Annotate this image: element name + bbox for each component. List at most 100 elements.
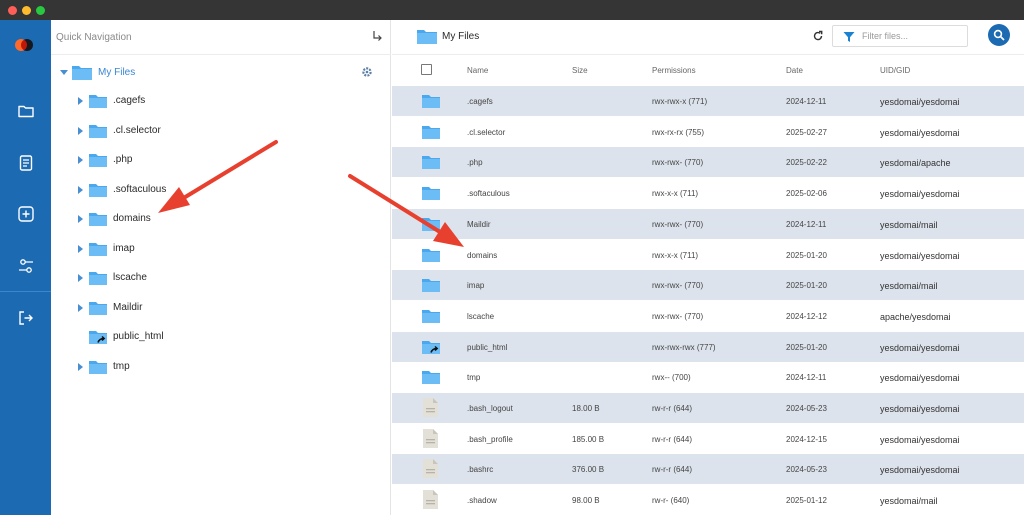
- cell-permissions[interactable]: rwx-rwx-x (771): [652, 97, 707, 106]
- cell-permissions[interactable]: rwx-rwx- (770): [652, 220, 703, 229]
- tree-item[interactable]: Maildir: [51, 298, 391, 318]
- folder-icon: [89, 124, 107, 138]
- cell-permissions[interactable]: rw-r-r (644): [652, 435, 692, 444]
- chevron-right-icon[interactable]: [78, 156, 83, 164]
- breadcrumb[interactable]: My Files: [442, 31, 479, 42]
- folder-icon: [18, 105, 34, 118]
- file-icon: [423, 459, 438, 479]
- cell-name[interactable]: imap: [467, 281, 484, 290]
- search-button[interactable]: [988, 24, 1010, 46]
- minimize-window-button[interactable]: [22, 6, 31, 15]
- cell-name[interactable]: .cl.selector: [467, 128, 505, 137]
- cell-name[interactable]: .shadow: [467, 496, 497, 505]
- table-row[interactable]: .bash_logout 18.00 B rw-r-r (644) 2024-05-2…: [392, 393, 1024, 423]
- tree-item[interactable]: public_html: [51, 327, 391, 347]
- tree-item[interactable]: domains: [51, 209, 391, 229]
- cell-size: 376.00 B: [572, 465, 605, 475]
- chevron-down-icon[interactable]: [60, 70, 68, 75]
- cell-permissions[interactable]: rw-r- (640): [652, 496, 689, 505]
- chevron-right-icon[interactable]: [78, 362, 83, 371]
- select-all-checkbox[interactable]: [421, 64, 432, 75]
- chevron-right-icon[interactable]: [78, 274, 83, 282]
- cell-name[interactable]: lscache: [467, 312, 494, 321]
- refresh-icon[interactable]: [812, 30, 824, 42]
- table-row[interactable]: .bash_profile 185.00 B rw-r-r (644) 2024-12…: [392, 424, 1024, 454]
- cell-permissions[interactable]: rwx-rwx- (770): [652, 158, 703, 167]
- folder-link-icon: [89, 331, 107, 344]
- cell-date: 2025-01-20: [786, 250, 827, 260]
- table-header: Name Size Permissions Date UID/GID: [392, 55, 1024, 86]
- folder-icon: [89, 213, 107, 226]
- cell-uid-gid: yesdomai/mail: [880, 496, 938, 507]
- cell-name[interactable]: .php: [467, 158, 483, 167]
- column-name[interactable]: Name: [467, 66, 488, 75]
- table-row[interactable]: domains rwx-x-x (711) 2025-01-20 yesdomai/y…: [392, 240, 1024, 270]
- column-permissions[interactable]: Permissions: [652, 66, 696, 75]
- cell-name[interactable]: .bash_logout: [467, 404, 513, 413]
- chevron-right-icon[interactable]: [78, 244, 83, 253]
- chevron-right-icon[interactable]: [78, 126, 83, 135]
- chevron-right-icon[interactable]: [78, 97, 83, 105]
- cell-permissions[interactable]: rwx-rwx-rwx (777): [652, 343, 716, 352]
- table-row[interactable]: Maildir rwx-rwx- (770) 2024-12-11 yesdomai/…: [392, 208, 1024, 239]
- folder-icon: [422, 248, 440, 262]
- cell-permissions[interactable]: rwx-rwx- (770): [652, 312, 703, 321]
- tree-item[interactable]: .cagefs: [51, 91, 391, 111]
- cell-name[interactable]: domains: [467, 251, 497, 260]
- cell-permissions[interactable]: rw-r-r (644): [652, 404, 692, 413]
- filter-input[interactable]: [862, 29, 962, 43]
- table-row[interactable]: .softaculous rwx-x-x (711) 2025-02-06 yesdo…: [392, 178, 1024, 208]
- files-rail-button[interactable]: [13, 98, 39, 124]
- table-row[interactable]: .cl.selector rwx-rx-rx (755) 2025-02-27 yes…: [392, 117, 1024, 147]
- folder-icon: [89, 301, 107, 315]
- cell-name[interactable]: .bash_profile: [467, 435, 513, 444]
- cell-permissions[interactable]: rw-r-r (644): [652, 465, 692, 474]
- cell-date: 2025-01-20: [786, 281, 827, 291]
- column-date[interactable]: Date: [786, 66, 803, 75]
- column-size[interactable]: Size: [572, 66, 588, 75]
- cell-name[interactable]: tmp: [467, 373, 480, 382]
- table-row[interactable]: .shadow 98.00 B rw-r- (640) 2025-01-12 yesdo…: [392, 485, 1024, 515]
- tree-item[interactable]: imap: [51, 239, 391, 259]
- cell-uid-gid: yesdomai/yesdomai: [880, 373, 960, 384]
- table-row[interactable]: .cagefs rwx-rwx-x (771) 2024-12-11 yesdomai…: [392, 86, 1024, 116]
- cell-uid-gid: yesdomai/yesdomai: [880, 465, 960, 476]
- tree-item[interactable]: tmp: [51, 357, 391, 377]
- cell-permissions[interactable]: rwx-rwx- (770): [652, 281, 703, 290]
- cell-name[interactable]: public_html: [467, 343, 507, 352]
- table-row[interactable]: lscache rwx-rwx- (770) 2024-12-12 apache/ye…: [392, 301, 1024, 331]
- table-row[interactable]: public_html rwx-rwx-rwx (777) 2025-01-20 ye…: [392, 331, 1024, 362]
- column-uid-gid[interactable]: UID/GID: [880, 66, 910, 75]
- cell-permissions[interactable]: rwx-x-x (711): [652, 251, 698, 260]
- documents-rail-button[interactable]: [13, 150, 39, 176]
- table-row[interactable]: imap rwx-rwx- (770) 2025-01-20 yesdomai/mai…: [392, 270, 1024, 301]
- settings-rail-button[interactable]: [13, 253, 39, 279]
- cell-name[interactable]: .softaculous: [467, 189, 510, 198]
- cell-date: 2024-05-23: [786, 465, 827, 475]
- cell-name[interactable]: .cagefs: [467, 97, 493, 106]
- cell-name[interactable]: .bashrc: [467, 465, 493, 474]
- table-row[interactable]: .php rwx-rwx- (770) 2025-02-22 yesdomai/apa…: [392, 147, 1024, 178]
- cell-permissions[interactable]: rwx-x-x (711): [652, 189, 698, 198]
- chevron-right-icon[interactable]: [78, 185, 83, 194]
- tree-item[interactable]: .softaculous: [51, 180, 391, 200]
- logout-rail-button[interactable]: [13, 305, 39, 331]
- cell-name[interactable]: Maildir: [467, 220, 491, 229]
- tree-root-my-files[interactable]: My Files: [51, 62, 391, 82]
- folder-icon: [89, 183, 107, 197]
- maximize-window-button[interactable]: [36, 6, 45, 15]
- chevron-right-icon[interactable]: [78, 215, 83, 223]
- tree-item[interactable]: lscache: [51, 268, 391, 288]
- table-row[interactable]: tmp rwx-- (700) 2024-12-11 yesdomai/yesdoma…: [392, 362, 1024, 392]
- cell-permissions[interactable]: rwx-rx-rx (755): [652, 128, 704, 137]
- collapse-arrow-icon[interactable]: [371, 30, 383, 42]
- table-row[interactable]: .bashrc 376.00 B rw-r-r (644) 2024-05-23 yes…: [392, 454, 1024, 485]
- cell-permissions[interactable]: rwx-- (700): [652, 373, 691, 382]
- chevron-right-icon[interactable]: [78, 303, 83, 312]
- create-rail-button[interactable]: [13, 201, 39, 227]
- cell-uid-gid: yesdomai/yesdomai: [880, 127, 960, 138]
- tree-item[interactable]: .php: [51, 150, 391, 170]
- gear-icon[interactable]: [361, 66, 373, 78]
- tree-item[interactable]: .cl.selector: [51, 121, 391, 141]
- close-window-button[interactable]: [8, 6, 17, 15]
